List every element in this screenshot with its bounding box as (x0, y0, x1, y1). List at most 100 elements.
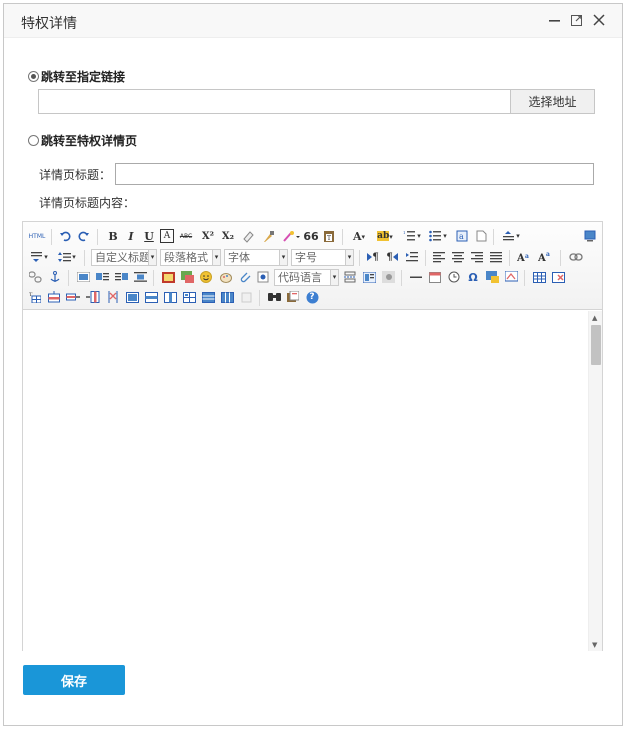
emotion-icon[interactable] (199, 270, 213, 284)
search-replace-icon[interactable] (267, 290, 281, 304)
page-break-icon[interactable] (343, 270, 357, 284)
screenshot-icon[interactable] (504, 270, 518, 284)
delete-row-icon[interactable] (66, 290, 80, 304)
clear-doc-icon[interactable] (474, 229, 488, 243)
paste-plain-icon[interactable]: T (322, 229, 336, 243)
scroll-up-icon[interactable]: ▲ (592, 314, 597, 322)
detail-radio[interactable] (28, 135, 39, 146)
option-detail[interactable]: 跳转至特权详情页 (28, 132, 137, 149)
superscript-button[interactable]: X² (200, 229, 216, 243)
insert-image-icon[interactable] (180, 270, 194, 284)
format-brush-icon[interactable] (261, 229, 275, 243)
split-to-cols-icon[interactable] (220, 290, 234, 304)
detail-title-label: 详情页标题： (39, 168, 112, 182)
delete-col-icon[interactable] (106, 290, 120, 304)
justify-full-icon[interactable] (489, 250, 503, 264)
indent-icon[interactable] (405, 250, 419, 264)
save-button[interactable]: 保存 (23, 665, 125, 695)
underline-button[interactable]: U (142, 229, 156, 243)
row-spacing-top-icon[interactable]: ▾ (500, 229, 522, 243)
chevron-down-icon: ▾ (44, 253, 48, 261)
link-radio[interactable] (28, 71, 39, 82)
close-icon[interactable] (591, 12, 607, 28)
justify-left-icon[interactable] (432, 250, 446, 264)
redo-icon[interactable] (77, 229, 91, 243)
font-family-select[interactable]: 字体 ▾ (224, 249, 288, 266)
justify-center-icon[interactable] (451, 250, 465, 264)
svg-text:a: a (546, 251, 550, 258)
simple-upload-icon[interactable] (161, 270, 175, 284)
unordered-list-icon[interactable]: ▾ (427, 229, 449, 243)
dialog-title: 特权详情 (21, 16, 77, 32)
font-size-select[interactable]: 字号 ▾ (291, 249, 354, 266)
editor-content-area[interactable] (23, 311, 588, 651)
ordered-list-icon[interactable]: 1 ▾ (401, 229, 423, 243)
autotypeset-icon[interactable] (281, 229, 301, 243)
maximize-icon[interactable] (569, 12, 585, 28)
minimize-icon[interactable] (547, 12, 563, 28)
select-address-button[interactable]: 选择地址 (510, 89, 595, 114)
merge-cells-icon[interactable] (125, 290, 139, 304)
word-image-icon[interactable] (485, 270, 499, 284)
lowercase-icon[interactable]: Aa (538, 250, 552, 264)
scrawl-icon[interactable] (219, 270, 233, 284)
unlink-icon[interactable] (28, 270, 42, 284)
image-right-icon[interactable] (114, 270, 128, 284)
special-char-button[interactable]: Ω (466, 270, 480, 284)
forecolor-button[interactable]: A ▾ (349, 229, 369, 243)
fullscreen-icon[interactable] (583, 229, 597, 243)
link-url-input[interactable] (38, 89, 511, 114)
blockquote-button[interactable]: 66 (303, 229, 318, 243)
insert-paragraph-before-table-icon[interactable]: T (28, 290, 42, 304)
paragraph-format-select[interactable]: 段落格式 ▾ (160, 249, 221, 266)
row-spacing-bottom-icon[interactable]: ▾ (28, 250, 50, 264)
scroll-thumb[interactable] (591, 325, 601, 365)
delete-table-icon[interactable] (551, 270, 565, 284)
source-html-button[interactable]: HTML (28, 229, 46, 243)
backcolor-button[interactable]: ab ▾ (374, 229, 396, 243)
code-language-select[interactable]: 代码语言 ▾ (274, 269, 339, 286)
merge-right-icon[interactable] (144, 290, 158, 304)
direction-ltr-button[interactable]: ¶ (365, 250, 381, 264)
image-none-icon[interactable] (76, 270, 90, 284)
insert-row-icon[interactable] (47, 290, 61, 304)
fontborder-button[interactable]: A (160, 229, 174, 243)
print-preview-icon[interactable] (286, 290, 300, 304)
table-props-icon[interactable] (239, 290, 253, 304)
detail-option-label: 跳转至特权详情页 (41, 134, 138, 148)
image-center-icon[interactable] (133, 270, 147, 284)
scroll-down-icon[interactable]: ▼ (592, 641, 597, 649)
eraser-icon[interactable] (241, 229, 255, 243)
link-icon[interactable] (569, 250, 583, 264)
uppercase-icon[interactable]: Aa (517, 250, 531, 264)
date-icon[interactable] (428, 270, 442, 284)
split-to-cells-icon[interactable] (182, 290, 196, 304)
time-icon[interactable] (447, 270, 461, 284)
subscript-button[interactable]: X₂ (220, 229, 236, 243)
template-icon[interactable] (362, 270, 376, 284)
detail-title-input[interactable] (115, 163, 594, 185)
italic-button[interactable]: I (124, 229, 138, 243)
custom-heading-select[interactable]: 自定义标题 ▾ (91, 249, 157, 266)
insert-table-icon[interactable] (532, 270, 546, 284)
help-icon[interactable]: ? (305, 290, 319, 304)
chevron-down-icon: ▾ (417, 232, 421, 240)
bold-button[interactable]: B (106, 229, 120, 243)
direction-rtl-button[interactable]: ¶ (384, 250, 400, 264)
attachment-icon[interactable] (238, 270, 252, 284)
map-icon[interactable] (256, 270, 270, 284)
editor-scrollbar[interactable]: ▲ ▼ (588, 311, 602, 651)
option-link[interactable]: 跳转至指定链接 (28, 68, 125, 85)
strikethrough-button[interactable]: ABC (177, 229, 195, 243)
image-left-icon[interactable] (95, 270, 109, 284)
split-to-rows-icon[interactable] (201, 290, 215, 304)
undo-icon[interactable] (58, 229, 72, 243)
justify-right-icon[interactable] (470, 250, 484, 264)
background-icon[interactable] (381, 270, 395, 284)
line-height-icon[interactable]: ▾ (56, 250, 78, 264)
insert-col-icon[interactable] (86, 290, 100, 304)
anchor-icon[interactable] (48, 270, 62, 284)
merge-down-icon[interactable] (163, 290, 177, 304)
select-all-icon[interactable]: a (455, 229, 469, 243)
horizontal-rule-icon[interactable] (409, 270, 423, 284)
